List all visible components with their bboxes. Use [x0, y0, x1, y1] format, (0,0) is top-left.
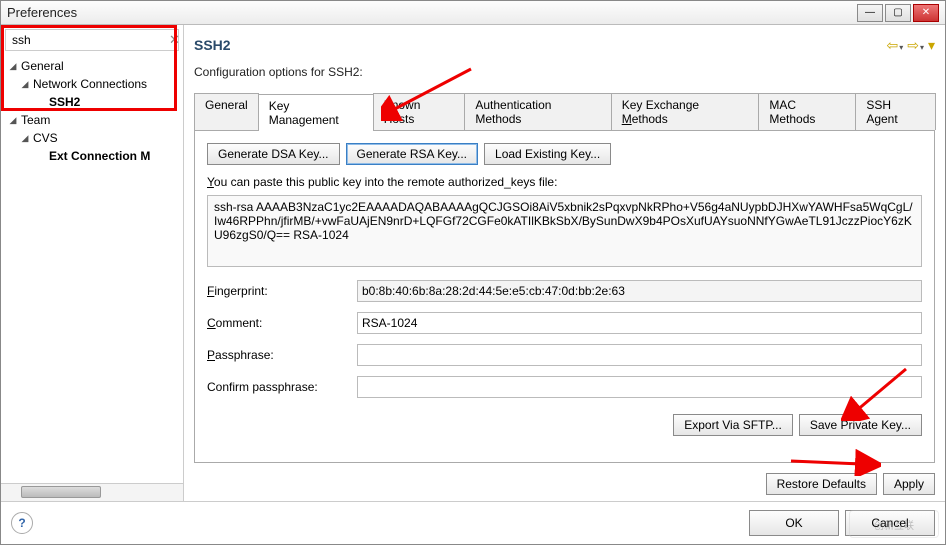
watermark-logo: 创新互联: [849, 510, 939, 538]
paste-hint: You can paste this public key into the r…: [207, 175, 922, 189]
tree-node-network-connections[interactable]: ◢Network Connections: [1, 75, 183, 93]
filter-search[interactable]: ✕: [5, 29, 179, 51]
preferences-window: Preferences — ▢ ✕ ✕ ◢General ◢Network Co…: [0, 0, 946, 545]
generate-dsa-key-button[interactable]: Generate DSA Key...: [207, 143, 340, 165]
load-existing-key-button[interactable]: Load Existing Key...: [484, 143, 611, 165]
maximize-button[interactable]: ▢: [885, 4, 911, 22]
generate-rsa-key-button[interactable]: Generate RSA Key...: [346, 143, 479, 165]
fingerprint-label: Fingerprint:: [207, 284, 347, 298]
nav-menu-button[interactable]: ▾: [928, 37, 935, 54]
back-button[interactable]: ⇦▾: [886, 37, 903, 54]
sidebar-horizontal-scrollbar[interactable]: [1, 483, 183, 501]
minimize-button[interactable]: —: [857, 4, 883, 22]
tab-known-hosts[interactable]: Known Hosts: [373, 93, 466, 130]
clear-search-icon[interactable]: ✕: [169, 32, 180, 48]
main-panel: SSH2 ⇦▾ ⇨▾ ▾ Configuration options for S…: [184, 25, 945, 501]
tree-node-cvs[interactable]: ◢CVS: [1, 129, 183, 147]
passphrase-label: Passphrase:: [207, 348, 347, 362]
export-via-sftp-button[interactable]: Export Via SFTP...: [673, 414, 793, 436]
comment-label: Comment:: [207, 316, 347, 330]
tab-key-exchange-methods[interactable]: Key Exchange Methods: [611, 93, 760, 130]
tree-node-ext-connection[interactable]: Ext Connection M: [1, 147, 183, 165]
tab-bar: General Key Management Known Hosts Authe…: [194, 93, 935, 131]
tab-key-management[interactable]: Key Management: [258, 94, 374, 131]
tab-ssh-agent[interactable]: SSH Agent: [855, 93, 936, 130]
tab-authentication-methods[interactable]: Authentication Methods: [464, 93, 611, 130]
confirm-passphrase-field[interactable]: [357, 376, 922, 398]
public-key-textarea[interactable]: ssh-rsa AAAAB3NzaC1yc2EAAAADAQABAAAAgQCJ…: [207, 195, 922, 267]
tab-mac-methods[interactable]: MAC Methods: [758, 93, 856, 130]
help-button[interactable]: ?: [11, 512, 33, 534]
page-title: SSH2: [194, 37, 231, 53]
tab-general[interactable]: General: [194, 93, 259, 130]
comment-field[interactable]: [357, 312, 922, 334]
tree-node-ssh2[interactable]: SSH2: [1, 93, 183, 111]
apply-button[interactable]: Apply: [883, 473, 935, 495]
forward-button[interactable]: ⇨▾: [907, 37, 924, 54]
page-subtitle: Configuration options for SSH2:: [194, 65, 935, 79]
ok-button[interactable]: OK: [749, 510, 839, 536]
key-management-panel: Generate DSA Key... Generate RSA Key... …: [194, 131, 935, 463]
window-title: Preferences: [7, 5, 77, 20]
tree-node-general[interactable]: ◢General: [1, 57, 183, 75]
titlebar: Preferences — ▢ ✕: [1, 1, 945, 25]
save-private-key-button[interactable]: Save Private Key...: [799, 414, 922, 436]
close-button[interactable]: ✕: [913, 4, 939, 22]
sidebar: ✕ ◢General ◢Network Connections SSH2 ◢Te…: [1, 25, 184, 501]
confirm-passphrase-label: Confirm passphrase:: [207, 380, 347, 394]
dialog-footer: ? OK Cancel: [1, 501, 945, 544]
passphrase-field[interactable]: [357, 344, 922, 366]
restore-defaults-button[interactable]: Restore Defaults: [766, 473, 877, 495]
search-input[interactable]: [10, 32, 169, 48]
tree-node-team[interactable]: ◢Team: [1, 111, 183, 129]
fingerprint-field[interactable]: [357, 280, 922, 302]
preferences-tree: ◢General ◢Network Connections SSH2 ◢Team…: [1, 55, 183, 483]
